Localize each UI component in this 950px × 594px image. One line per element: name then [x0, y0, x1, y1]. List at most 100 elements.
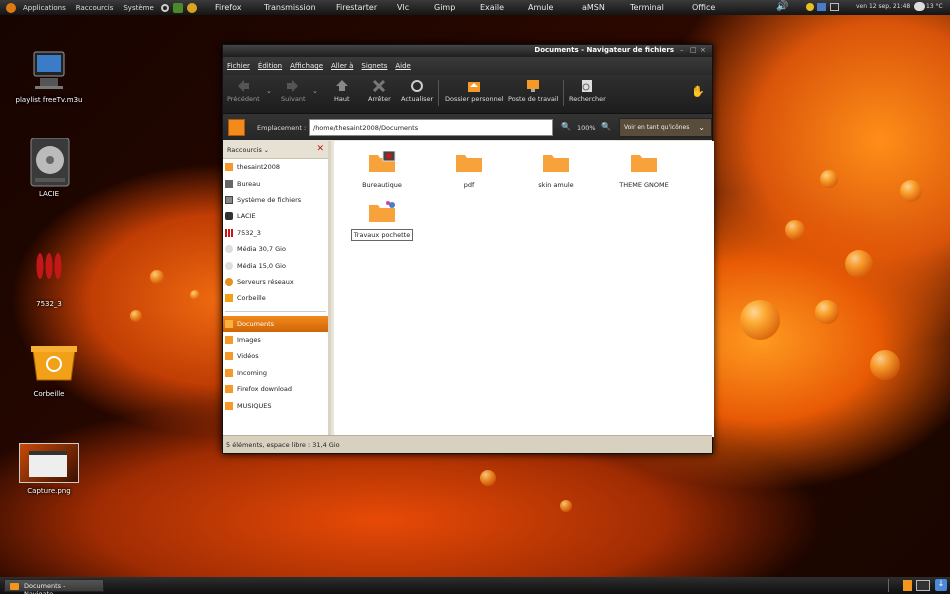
menu-aller-a[interactable]: Aller à — [331, 62, 353, 70]
file-manager-window: Documents - Navigateur de fichiers – □ ×… — [222, 44, 714, 454]
launcher-office[interactable]: Office — [692, 3, 715, 12]
monitor-icon — [27, 48, 71, 92]
computer-button[interactable]: Poste de travail — [508, 79, 559, 103]
desktop-icon-capture[interactable]: Capture.png — [4, 443, 94, 495]
location-input[interactable]: /home/thesaint2008/Documents — [309, 119, 553, 136]
menu-fichier[interactable]: Fichier — [227, 62, 250, 70]
sidebar-item-incoming[interactable]: Incoming — [223, 365, 328, 381]
home-button[interactable]: Dossier personnel — [445, 79, 504, 103]
desktop-icon-label: LACIE — [38, 190, 60, 198]
zoom-out-icon[interactable]: 🔍 — [561, 122, 571, 131]
status-bar: 5 éléments, espace libre : 31,4 Gio — [223, 435, 712, 453]
sidebar-item-network[interactable]: Serveurs réseaux — [223, 274, 328, 290]
throbber-footprint-icon: ✋ — [691, 85, 705, 98]
folder-icon — [225, 336, 233, 345]
folder-icon — [225, 352, 233, 361]
weather-cloud-icon[interactable] — [914, 2, 925, 11]
system-menu[interactable]: Système — [123, 4, 153, 12]
launcher-amsn[interactable]: aMSN — [582, 3, 605, 12]
chevron-down-icon: ⌄ — [698, 123, 705, 132]
clock[interactable]: ven 12 sep, 21:48 — [856, 3, 910, 10]
file-view: Bureautique pdf skin amule THEME GNOME T… — [334, 141, 714, 437]
search-icon[interactable] — [160, 3, 169, 12]
minimize-icon[interactable]: – — [680, 47, 687, 54]
trash-bin-icon — [27, 342, 77, 386]
view-mode-select[interactable]: Voir en tant qu'icônes ⌄ — [619, 118, 712, 137]
maximize-icon[interactable]: □ — [690, 47, 697, 54]
temperature: 13 °C — [926, 3, 943, 10]
folder-item[interactable]: THEME GNOME — [604, 151, 684, 189]
red-capsules-icon — [225, 228, 233, 237]
notification-icon[interactable] — [806, 3, 814, 11]
launcher-transmission[interactable]: Transmission — [264, 3, 316, 12]
users-icon[interactable] — [172, 2, 183, 13]
launcher-vlc[interactable]: Vlc — [397, 3, 409, 12]
launcher-terminal[interactable]: Terminal — [630, 3, 664, 12]
filesystem-icon — [225, 195, 233, 204]
back-button[interactable]: Précédent — [227, 79, 260, 103]
launcher-firestarter[interactable]: Firestarter — [336, 3, 377, 12]
taskbar-item-documents[interactable]: Documents - Navigate... — [4, 579, 104, 594]
show-desktop-icon[interactable] — [916, 580, 930, 591]
desktop-icon-7532-3[interactable]: 7532_3 — [4, 252, 94, 308]
reload-button[interactable]: Actualiser — [401, 79, 433, 103]
volume-icon[interactable]: 🔊 — [776, 1, 788, 13]
launcher-gimp[interactable]: Gimp — [434, 3, 455, 12]
sidebar-item-media-15[interactable]: Média 15,0 Gio — [223, 257, 328, 273]
up-button[interactable]: Haut — [334, 79, 350, 103]
sidebar-item-images[interactable]: Images — [223, 332, 328, 348]
stop-button[interactable]: Arrêter — [368, 79, 391, 103]
toggle-location-icon[interactable] — [228, 119, 245, 136]
launcher-amule[interactable]: Amule — [528, 3, 553, 12]
desktop-icon-playlist[interactable]: playlist freeTv.m3u — [4, 48, 94, 104]
places-menu[interactable]: Raccourcis — [76, 4, 114, 12]
folder-item[interactable]: skin amule — [516, 151, 596, 189]
window-titlebar[interactable]: Documents - Navigateur de fichiers – □ × — [223, 45, 712, 57]
close-sidebar-icon[interactable]: ✕ — [316, 144, 324, 154]
workspace-switcher-icon[interactable] — [903, 580, 912, 591]
sidebar-item-videos[interactable]: Vidéos — [223, 348, 328, 364]
desktop-icon-corbeille[interactable]: Corbeille — [4, 342, 94, 398]
forward-button[interactable]: Suivant — [281, 79, 306, 103]
folder-item[interactable]: Bureautique — [342, 151, 422, 189]
sidebar-item-lacie[interactable]: LACIE — [223, 208, 328, 224]
sidebar-item-bureau[interactable]: Bureau — [223, 175, 328, 191]
location-label: Emplacement : — [257, 124, 307, 132]
network-status-icon[interactable] — [817, 3, 826, 11]
folder-item[interactable]: pdf — [429, 151, 509, 189]
sidebar-item-filesystem[interactable]: Système de fichiers — [223, 192, 328, 208]
window-list-icon[interactable] — [830, 3, 839, 11]
gnome-foot-icon[interactable] — [6, 2, 16, 13]
menu-bar: Fichier Édition Affichage Aller à Signet… — [223, 57, 712, 75]
toolbar: Précédent ⌄ Suivant ⌄ Haut Arrêter Actua… — [223, 75, 712, 113]
network-icon[interactable] — [186, 2, 197, 13]
sidebar-item-musiques[interactable]: MUSIQUES — [223, 397, 328, 413]
back-history-dropdown-icon[interactable]: ⌄ — [266, 87, 272, 95]
zoom-level: 100% — [577, 124, 596, 132]
download-arrow-icon[interactable]: ↓ — [935, 579, 947, 591]
sidebar-item-7532-3[interactable]: 7532_3 — [223, 225, 328, 241]
search-button[interactable]: Rechercher — [569, 79, 606, 103]
zoom-in-icon[interactable]: 🔍 — [601, 122, 611, 131]
forward-arrow-icon — [287, 80, 299, 92]
menu-affichage[interactable]: Affichage — [290, 62, 323, 70]
sidebar: Raccourcis ⌄ ✕ thesaint2008 Bureau Systè… — [223, 141, 331, 437]
menu-aide[interactable]: Aide — [395, 62, 410, 70]
folder-icon — [225, 368, 233, 377]
forward-history-dropdown-icon[interactable]: ⌄ — [312, 87, 318, 95]
desktop-icon-lacie[interactable]: LACIE — [4, 137, 94, 198]
launcher-exaile[interactable]: Exaile — [480, 3, 504, 12]
close-icon[interactable]: × — [700, 47, 707, 54]
applications-menu[interactable]: Applications — [23, 4, 66, 12]
folder-icon — [456, 155, 482, 172]
folder-item-selected[interactable]: Travaux pochette — [342, 201, 422, 241]
sidebar-header[interactable]: Raccourcis ⌄ ✕ — [223, 141, 328, 159]
launcher-firefox[interactable]: Firefox — [215, 3, 241, 12]
sidebar-item-home[interactable]: thesaint2008 — [223, 159, 328, 175]
sidebar-item-documents[interactable]: Documents — [223, 315, 328, 332]
sidebar-item-media-30[interactable]: Média 30,7 Gio — [223, 241, 328, 257]
sidebar-item-firefox-download[interactable]: Firefox download — [223, 381, 328, 397]
sidebar-item-trash[interactable]: Corbeille — [223, 290, 328, 306]
menu-edition[interactable]: Édition — [258, 62, 282, 70]
menu-signets[interactable]: Signets — [361, 62, 387, 70]
